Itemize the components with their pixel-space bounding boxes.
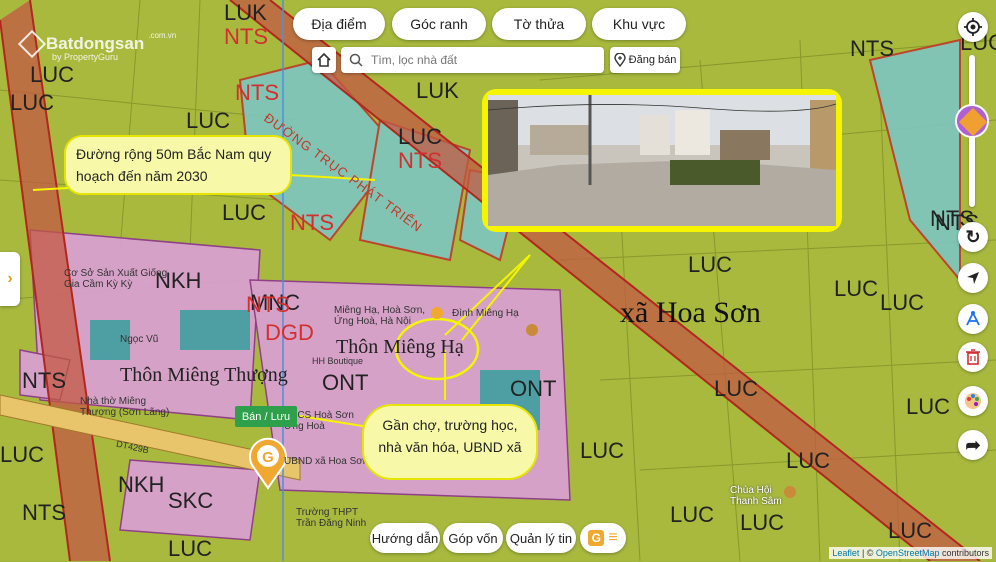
zone-label: LUC bbox=[186, 108, 231, 133]
post-listing-button[interactable]: Đăng bán bbox=[610, 47, 680, 73]
zone-label: LUC bbox=[888, 518, 933, 543]
zone-label: LUC bbox=[30, 62, 75, 87]
place-label-pagoda: Chùa Hội Thanh Sâm bbox=[730, 485, 782, 507]
logo-icon bbox=[17, 29, 47, 59]
zone-label: LUC bbox=[670, 502, 715, 527]
callout-nearby-text: Gần chợ, trường học, nhà văn hóa, UBND x… bbox=[378, 417, 522, 455]
pin-plus-icon bbox=[613, 53, 626, 67]
zone-label: LUK bbox=[416, 78, 459, 103]
trash-icon bbox=[966, 349, 980, 365]
place-label-ngoc-vu: Ngọc Vũ bbox=[120, 334, 159, 345]
share-icon: ➦ bbox=[965, 434, 981, 455]
navigation-arrow-icon bbox=[967, 272, 979, 284]
village-label-thuong: Thôn Miêng Thượng bbox=[120, 364, 288, 386]
place-label-dinh: Đình Miêng Hạ bbox=[452, 308, 519, 319]
layer-thumb-icon[interactable] bbox=[955, 104, 989, 138]
zone-label: NTS bbox=[22, 368, 66, 393]
place-label-school-thpt: Trường THPT Trần Đăng Ninh bbox=[296, 507, 367, 529]
measure-icon bbox=[966, 310, 980, 326]
attr-sep: | © bbox=[859, 548, 876, 558]
zone-label: NTS bbox=[398, 148, 442, 173]
place-label-ubnd: UBND xã Hoa Sơn bbox=[284, 456, 369, 467]
measure-button[interactable] bbox=[958, 304, 988, 334]
expand-panel-button[interactable]: › bbox=[0, 252, 20, 306]
zone-label: NTS bbox=[22, 500, 66, 525]
locate-button[interactable] bbox=[958, 12, 988, 42]
place-label-boutique: HH Boutique bbox=[312, 356, 364, 366]
zone-label: LUC bbox=[168, 536, 213, 561]
osm-link[interactable]: OpenStreetMap bbox=[876, 548, 940, 558]
chevron-right-icon: › bbox=[7, 270, 13, 287]
zone-label: ONT bbox=[322, 370, 369, 395]
zone-label: LUC bbox=[786, 448, 831, 473]
zone-label: DGD bbox=[265, 320, 314, 345]
attr-contrib: contributors bbox=[939, 548, 989, 558]
zone-label: NKH bbox=[118, 472, 165, 497]
menu-button[interactable]: G ≡ bbox=[580, 523, 626, 553]
hamburger-icon: ≡ bbox=[608, 529, 618, 546]
delete-button[interactable] bbox=[958, 342, 988, 372]
zone-label: NTS bbox=[235, 80, 279, 105]
guide-button[interactable]: Hướng dẫn bbox=[370, 523, 440, 553]
brand-logo: Batdongsan .com.vn by PropertyGuru bbox=[17, 29, 177, 62]
crosshair-icon bbox=[964, 18, 982, 36]
zone-label: NTS bbox=[850, 36, 894, 61]
brand-g-icon: G bbox=[588, 530, 605, 546]
place-label-poultry: Cơ Sở Sản Xuất Giống Gia Cầm Kỳ Kỳ bbox=[64, 268, 168, 290]
logo-name: Batdongsan bbox=[46, 34, 145, 53]
svg-text:G: G bbox=[262, 449, 274, 466]
zone-label: LUC bbox=[834, 276, 879, 301]
zone-label: LUC bbox=[880, 290, 925, 315]
tab-dia-diem[interactable]: Địa điểm bbox=[293, 8, 385, 40]
place-label-church: Nhà thờ Miêng Thượng (Sơn Lãng) bbox=[80, 396, 170, 418]
callout-road-text: Đường rộng 50m Bắc Nam quy hoạch đến năm… bbox=[76, 146, 272, 184]
zone-label: ONT bbox=[510, 376, 557, 401]
invest-button[interactable]: Góp vốn bbox=[443, 523, 503, 553]
leaflet-link[interactable]: Leaflet bbox=[832, 548, 859, 558]
callout-road: Đường rộng 50m Bắc Nam quy hoạch đến năm… bbox=[64, 135, 292, 195]
zone-label: LUC bbox=[714, 376, 759, 401]
refresh-icon: ↻ bbox=[965, 226, 981, 247]
search-input[interactable] bbox=[369, 52, 593, 68]
navigate-button[interactable] bbox=[958, 263, 988, 293]
zone-label: NTS bbox=[246, 292, 290, 317]
zone-label: LUK bbox=[224, 0, 267, 25]
callout-nearby: Gần chợ, trường học, nhà văn hóa, UBND x… bbox=[362, 404, 538, 480]
post-listing-label: Đăng bán bbox=[628, 54, 677, 66]
home-button[interactable] bbox=[312, 47, 336, 73]
zone-label: LUC bbox=[0, 442, 45, 467]
zone-label: LUC bbox=[10, 90, 55, 115]
zone-label: SKC bbox=[168, 488, 214, 513]
zone-label: LUC bbox=[688, 252, 733, 277]
zone-label: LUC bbox=[398, 124, 443, 149]
tab-khu-vuc[interactable]: Khu vực bbox=[592, 8, 686, 40]
zone-label: NTS bbox=[290, 210, 334, 235]
search-box[interactable] bbox=[341, 47, 604, 73]
tab-goc-ranh[interactable]: Góc ranh bbox=[392, 8, 486, 40]
logo-sub: by PropertyGuru bbox=[52, 52, 119, 62]
tab-to-thua[interactable]: Tờ thửa bbox=[492, 8, 586, 40]
share-button[interactable]: ➦ bbox=[958, 430, 988, 460]
zone-label: LUC bbox=[580, 438, 625, 463]
commune-label: xã Hoa Sơn bbox=[620, 296, 761, 329]
zone-label: LUC bbox=[740, 510, 785, 535]
home-icon bbox=[317, 53, 331, 67]
zone-label: LUC bbox=[906, 394, 951, 419]
zone-label: LUC bbox=[222, 200, 267, 225]
search-icon bbox=[349, 53, 363, 67]
logo-domain: .com.vn bbox=[148, 30, 177, 40]
zone-label: NTS bbox=[224, 24, 268, 49]
refresh-button[interactable]: ↻ bbox=[958, 222, 988, 252]
place-label-mieng-ha: Miêng Hạ, Hoà Sơn, Ứng Hoà, Hà Nội bbox=[334, 305, 426, 327]
palette-icon bbox=[965, 393, 981, 409]
manage-listing-button[interactable]: Quản lý tin bbox=[506, 523, 576, 553]
save-button[interactable]: Bán / Lưu bbox=[235, 406, 297, 427]
palette-button[interactable] bbox=[958, 386, 988, 416]
map-attribution: Leaflet | © OpenStreetMap contributors bbox=[829, 547, 992, 559]
